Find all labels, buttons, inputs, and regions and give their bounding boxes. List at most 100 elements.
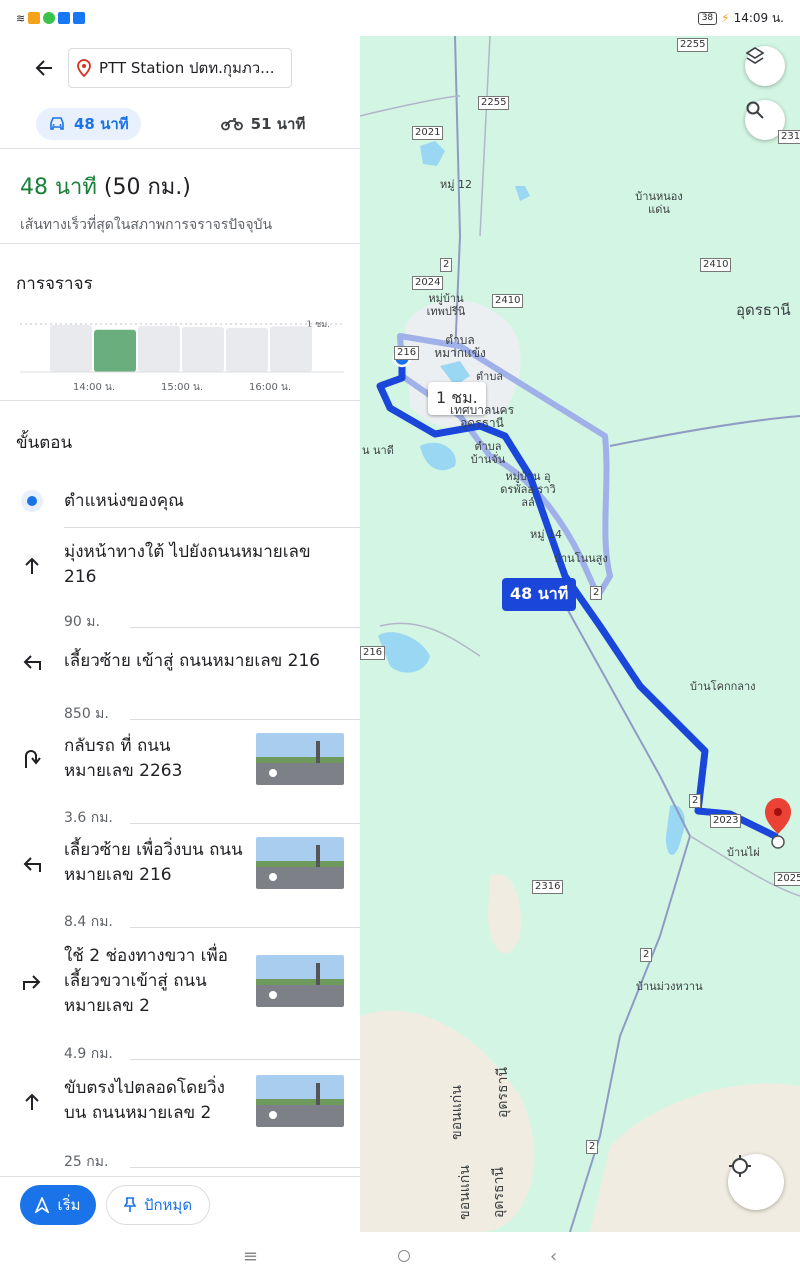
app-notification-icon xyxy=(28,12,41,24)
charging-icon: ⚡ xyxy=(721,11,730,25)
mode-motorcycle-label: 51 นาที xyxy=(250,115,306,133)
back-button[interactable] xyxy=(28,52,60,84)
map-label: ตำบล หมากแข้ง xyxy=(434,333,486,360)
travel-modes: 48 นาที 51 นาที xyxy=(0,100,360,148)
tick-label: 15:00 น. xyxy=(161,382,203,393)
destination-field[interactable]: PTT Station ปตท.กุมภว... xyxy=(68,48,292,88)
road-shield: 2 xyxy=(590,586,603,600)
map-label: บ้านไผ่ xyxy=(727,846,760,859)
province-label: อุดรธานี xyxy=(491,1167,507,1218)
step-start-label: ตำแหน่งของคุณ xyxy=(64,490,184,511)
start-label: เริ่ม xyxy=(57,1195,81,1214)
layers-button[interactable] xyxy=(745,46,785,86)
step-row[interactable]: ขับตรงไปตลอดโดยวิ่ง บน ถนนหมายเลข 2 xyxy=(0,1065,360,1137)
my-location-button[interactable] xyxy=(728,1154,784,1210)
province-label: ขอนแก่น xyxy=(448,1085,465,1140)
road-shield: 2410 xyxy=(492,294,524,308)
line-icon xyxy=(43,12,56,24)
road-shield: 2 xyxy=(586,1140,599,1154)
road-shield: 2 xyxy=(440,258,453,272)
notification-icons: ≋ xyxy=(16,12,86,25)
route-summary: 48 นาที (50 กม.) เส้นทางเร็วที่สุดในสภาพ… xyxy=(0,149,360,243)
directions-panel: PTT Station ปตท.กุมภว... 48 นาที 51 นาที… xyxy=(0,36,360,1232)
street-view-thumbnail[interactable] xyxy=(256,837,344,889)
map-label: บ้านม่วงหวาน xyxy=(636,980,703,993)
traffic-bar xyxy=(182,326,224,372)
step-distance: 90 ม. xyxy=(0,597,360,633)
route-time-badge[interactable]: 48 นาที xyxy=(502,578,577,611)
destination-marker[interactable] xyxy=(765,798,791,849)
tick-label: 16:00 น. xyxy=(249,382,291,393)
step-distance: 850 ม. xyxy=(0,689,360,725)
turn-left-icon xyxy=(23,857,41,872)
map-label: บ้านโคกกลาง xyxy=(690,680,756,693)
road-shield: 216 xyxy=(394,346,420,360)
map-label: บ้านโนนสูง xyxy=(554,552,608,565)
map-label: หมู่บ้าน อุดรพัลอ ราวิลล์ xyxy=(500,470,556,509)
province-label: อุดรธานี xyxy=(495,1067,511,1118)
mode-motorcycle-tab[interactable]: 51 นาที xyxy=(209,108,318,140)
road-shield: 2024 xyxy=(412,276,444,290)
u-turn-icon xyxy=(25,750,41,768)
map-label: น นาดี xyxy=(362,444,394,457)
tick-label: 14:00 น. xyxy=(73,382,115,393)
street-view-thumbnail[interactable] xyxy=(256,1075,344,1127)
step-row[interactable]: ใช้ 2 ช่องทางขวา เพื่อ เลี้ยวขวาเข้าสู่ … xyxy=(0,933,360,1029)
steps-title: ขั้นตอน xyxy=(16,433,73,453)
back-arrow-icon xyxy=(35,60,52,76)
road-shield: 2021 xyxy=(412,126,444,140)
map-label: หมู่บ้าน เทพปรีนิ xyxy=(426,292,466,318)
mode-car-label: 48 นาที xyxy=(74,115,129,133)
road-shield: 2255 xyxy=(478,96,510,110)
place-pin-icon xyxy=(77,59,91,77)
street-view-thumbnail[interactable] xyxy=(256,733,344,785)
road-shield: 2 xyxy=(640,948,653,962)
status-bar: ≋ 38 ⚡ 14:09 น. xyxy=(0,0,800,36)
map-label: บ้านหนอง แด่น xyxy=(635,190,683,216)
step-distance: 8.4 กม. xyxy=(0,897,360,933)
map-view[interactable]: 1 ชม. 48 นาที หมู่ 12 บ้านหนอง แด่น หมู่… xyxy=(360,36,800,1232)
step-row[interactable]: กลับรถ ที่ ถนน หมายเลข 2263 xyxy=(0,725,360,793)
step-row[interactable]: เลี้ยวซ้าย เข้าสู่ ถนนหมายเลข 216 xyxy=(0,633,360,689)
road-shield: 2 xyxy=(689,794,702,808)
step-distance: 3.6 กม. xyxy=(0,793,360,829)
layers-icon xyxy=(745,47,765,64)
bottom-actions: เริ่ม ปักหมุด xyxy=(0,1176,360,1232)
map-label: เทศบาลนคร อุดรธานี xyxy=(450,403,515,430)
menu-icon[interactable]: ≡ xyxy=(243,1246,258,1267)
map-label: ตำบล xyxy=(476,370,504,383)
traffic-bar xyxy=(94,329,136,372)
traffic-bar xyxy=(50,324,92,372)
map-label: หมู่ 14 xyxy=(530,528,562,541)
mode-car-tab[interactable]: 48 นาที xyxy=(36,108,141,140)
home-icon[interactable] xyxy=(397,1250,410,1262)
top-bar: PTT Station ปตท.กุมภว... xyxy=(0,36,360,100)
step-row[interactable]: เลี้ยวซ้าย เพื่อวิ่งบน ถนนหมายเลข 216 xyxy=(0,829,360,897)
step-row[interactable]: มุ่งหน้าทางใต้ ไปยังถนนหมายเลข 216 xyxy=(0,533,360,597)
route-duration: 48 นาที xyxy=(20,175,97,200)
traffic-chart: 1 ชม.14:00 น. 15:00 น. 16:00 น. xyxy=(20,320,344,393)
step-instruction: ใช้ 2 ช่องทางขวา เพื่อ เลี้ยวขวาเข้าสู่ … xyxy=(64,945,228,1016)
step-instruction: เลี้ยวซ้าย เข้าสู่ ถนนหมายเลข 216 xyxy=(64,650,321,671)
step-start[interactable]: ตำแหน่งของคุณ xyxy=(0,481,360,521)
traffic-bar xyxy=(138,325,180,372)
route-distance: (50 กม.) xyxy=(103,175,191,200)
back-nav-icon[interactable]: ‹ xyxy=(550,1246,557,1267)
facebook-icon xyxy=(58,12,71,24)
pin-icon xyxy=(123,1196,136,1212)
start-button[interactable]: เริ่ม xyxy=(20,1184,96,1225)
traffic-title: การจราจร xyxy=(16,274,93,294)
motorcycle-icon xyxy=(220,118,243,131)
pin-button[interactable]: ปักหมุด xyxy=(106,1184,210,1225)
traffic-bar xyxy=(226,327,268,372)
destination-text: PTT Station ปตท.กุมภว... xyxy=(99,59,275,77)
search-icon xyxy=(746,101,764,119)
road-shield: 2312 xyxy=(778,130,800,144)
street-view-thumbnail[interactable] xyxy=(256,955,344,1007)
road-shield: 2025 xyxy=(774,872,800,886)
traffic-section: การจราจร 1 ชม. 14:00 น. 15:00 น. 16:00 น. xyxy=(0,244,360,400)
turn-right-icon xyxy=(23,975,41,990)
traffic-bar xyxy=(270,326,312,372)
your-location-icon xyxy=(21,490,43,512)
map-canvas xyxy=(360,36,800,1232)
